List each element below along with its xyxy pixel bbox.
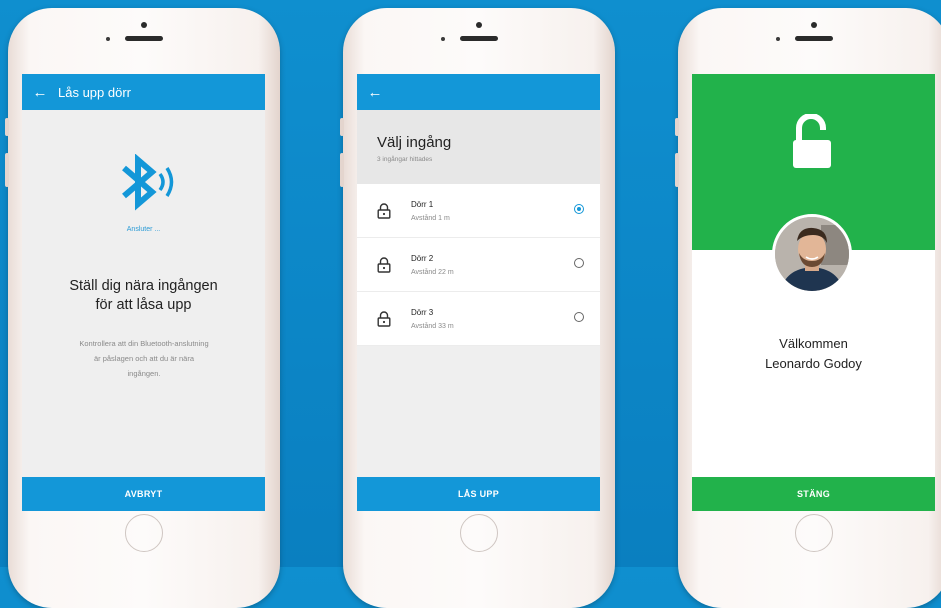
phone-frame-1: ← Lås upp dörr Ansluter ... Ställ dig nä… — [5, 8, 280, 608]
front-camera — [141, 22, 147, 28]
front-camera — [811, 22, 817, 28]
close-button[interactable]: STÄNG — [692, 477, 935, 511]
headline-line-1: Ställ dig nära ingången — [69, 278, 218, 294]
instruction-description: Kontrollera att din Bluetooth-anslutning… — [44, 336, 244, 381]
screen-unlock-door: ← Lås upp dörr Ansluter ... Ställ dig nä… — [22, 74, 265, 511]
welcome-text: Välkommen — [779, 336, 848, 351]
padlock-icon — [357, 310, 411, 327]
door-distance: Avstånd 22 m — [411, 268, 454, 276]
mute-switch — [340, 118, 344, 136]
volume-up-button — [675, 153, 679, 187]
desc-line-2: är påslagen och att du är nära — [93, 354, 195, 363]
sensor — [776, 37, 780, 41]
door-list-item-3[interactable]: Dörr 3 Avstånd 33 m — [357, 292, 600, 346]
page-title: Lås upp dörr — [58, 84, 131, 100]
door-name: Dörr 2 — [411, 253, 434, 263]
app-bar: ← — [357, 74, 600, 110]
radio-selected[interactable] — [574, 204, 584, 214]
front-camera — [476, 22, 482, 28]
volume-up-button — [340, 153, 344, 187]
unlock-button[interactable]: LÅS UPP — [357, 477, 600, 511]
mute-switch — [675, 118, 679, 136]
sensor — [441, 37, 445, 41]
avatar — [772, 214, 852, 294]
padlock-icon — [357, 202, 411, 219]
instruction-headline: Ställ dig nära ingången för att låsa upp — [22, 277, 265, 315]
earpiece-speaker — [795, 36, 833, 41]
door-distance: Avstånd 33 m — [411, 322, 454, 330]
door-name: Dörr 3 — [411, 307, 434, 317]
phone-frame-3: Välkommen Leonardo Godoy STÄNG — [675, 8, 941, 608]
mute-switch — [5, 118, 9, 136]
desc-line-3: ingången. — [127, 369, 161, 378]
door-list-item-1[interactable]: Dörr 1 Avstånd 1 m — [357, 184, 600, 238]
cancel-button[interactable]: AVBRYT — [22, 477, 265, 511]
radio-unselected[interactable] — [574, 258, 584, 268]
app-bar: ← Lås upp dörr — [22, 74, 265, 110]
arrow-left-icon[interactable]: ← — [22, 84, 58, 101]
phone-frame-2: ← Välj ingång 3 ingångar hittades Dörr 1… — [340, 8, 615, 608]
door-list: Dörr 1 Avstånd 1 m Dörr 2 Avstånd 22 m D… — [357, 184, 600, 346]
home-button[interactable] — [795, 514, 833, 552]
arrow-left-icon[interactable]: ← — [357, 84, 393, 101]
radio-unselected[interactable] — [574, 312, 584, 322]
page-title: Välj ingång — [377, 134, 452, 151]
screen-welcome: Välkommen Leonardo Godoy STÄNG — [692, 74, 935, 511]
door-distance: Avstånd 1 m — [411, 214, 450, 222]
screen-select-entrance: ← Välj ingång 3 ingångar hittades Dörr 1… — [357, 74, 600, 511]
headline-line-2: för att låsa upp — [95, 297, 192, 313]
home-button[interactable] — [125, 514, 163, 552]
bluetooth-icon — [122, 154, 174, 211]
earpiece-speaker — [125, 36, 163, 41]
list-header: Välj ingång 3 ingångar hittades — [357, 110, 600, 184]
connection-status: Ansluter ... — [126, 226, 161, 233]
door-list-item-2[interactable]: Dörr 2 Avstånd 22 m — [357, 238, 600, 292]
home-button[interactable] — [460, 514, 498, 552]
user-name: Leonardo Godoy — [765, 356, 862, 371]
earpiece-speaker — [460, 36, 498, 41]
results-count: 3 ingångar hittades — [377, 156, 433, 163]
desc-line-1: Kontrollera att din Bluetooth-anslutning — [79, 339, 209, 348]
sensor — [106, 37, 110, 41]
padlock-icon — [357, 256, 411, 273]
volume-up-button — [5, 153, 9, 187]
door-name: Dörr 1 — [411, 199, 434, 209]
unlocked-padlock-icon — [793, 114, 831, 168]
